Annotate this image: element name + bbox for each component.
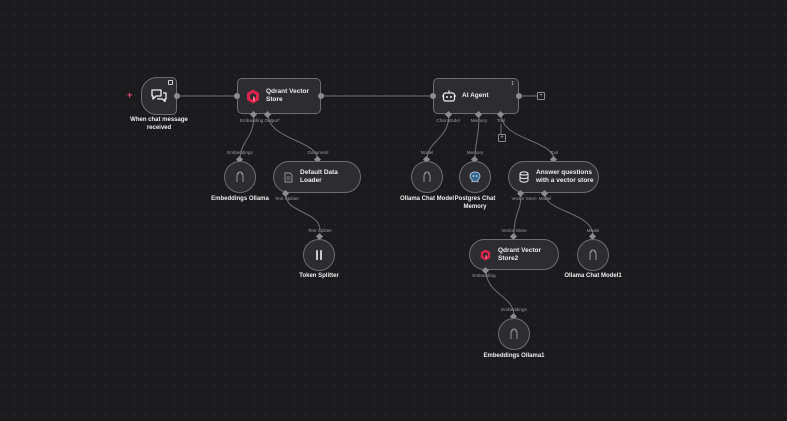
splitter-icon [315,249,323,261]
answer-model-port-label: Model [538,196,552,201]
embeddings-port-label: Embeddings [227,150,253,155]
node-embeddings-ollama-1[interactable] [498,318,530,350]
node-answer-questions[interactable]: Answer questions with a vector store [508,161,599,193]
ollama-chat-model-label: Ollama Chat Model [399,196,454,202]
data-loader-title: Default Data Loader [300,169,338,184]
ai-agent-badge: 1 [511,81,514,87]
ai-agent-title: AI Agent [462,92,489,99]
text-splitter-port-label: Text Splitter [275,196,299,201]
workflow-canvas[interactable]: + When chat message received Qdrant Vect… [0,0,787,421]
qdrant-icon [480,249,491,261]
token-splitter-port-label: Text Splitter [308,228,332,233]
qdrant2-title: Qdrant Vector Store2 [498,246,541,262]
document-port-label: Document [307,150,329,155]
node-ollama-chat-model-1[interactable] [577,239,609,271]
postgres-chat-memory-label: Postgres Chat Memory [454,196,496,210]
ollama-chat-model-1-label: Ollama Chat Model1 [564,273,622,279]
embeddings1-port-label: Embeddings [501,307,527,312]
qdrant-embedding-port-label: Embedding Output* [240,118,281,123]
node-postgres-chat-memory[interactable] [459,161,491,193]
connections-layer [180,95,594,317]
embeddings-ollama-label: Embeddings Ollama [211,196,269,202]
wire-loader-splitter [285,195,321,231]
answer-questions-title: Answer questions with a vector store [536,169,594,184]
model1-port-label: Model [586,228,600,233]
node-qdrant-vector-store[interactable]: Qdrant Vector Store [237,78,321,114]
qdrant-title: Qdrant Vector Store [266,88,309,103]
chat-bubbles-icon [151,89,167,103]
node-qdrant-vector-store-2[interactable]: Qdrant Vector Store2 [469,239,559,270]
ollama-icon [509,328,519,340]
node-ai-agent[interactable]: AI Agent 1 [433,78,519,114]
qdrant-output-handle[interactable] [318,93,324,99]
embeddings-ollama-1-label: Embeddings Ollama1 [483,353,545,359]
node-ollama-chat-model[interactable] [411,161,443,193]
ollama-icon [588,249,598,261]
ollama-icon [422,171,432,183]
agent-memory-port-label: Memory [470,118,488,123]
postgres-icon [469,171,481,183]
document-icon [284,172,293,183]
trigger-bolt-icon [168,80,173,85]
trigger-output-handle[interactable] [174,93,180,99]
memory-port-label: Memory [466,150,484,155]
node-token-splitter[interactable] [303,239,335,271]
node-chat-trigger[interactable] [141,77,177,115]
qdrant2-embedding-port-label: Embedding [472,273,496,278]
chat-trigger-label: When chat message received [130,117,188,131]
ollama-icon [235,171,245,183]
vector-store-port-label: Vector Store [501,228,527,233]
agent-tool-port-label: Tool [496,118,506,123]
qdrant-icon [246,89,260,104]
database-icon [519,171,529,183]
agent-chat-model-port-label: Chat Model [436,118,460,123]
agent-input-handle[interactable] [430,93,436,99]
model-port-label: Model [420,150,434,155]
qdrant-input-handle[interactable] [234,93,240,99]
add-node-after-agent-button[interactable]: + [537,92,545,100]
agent-output-handle[interactable] [516,93,522,99]
add-tool-button[interactable]: + [498,134,506,142]
node-embeddings-ollama[interactable] [224,161,256,193]
add-trigger-icon[interactable]: + [127,90,132,100]
robot-icon [442,90,456,102]
node-default-data-loader[interactable]: Default Data Loader [273,161,361,193]
tool-port-label: Tool [549,150,559,155]
token-splitter-label: Token Splitter [299,273,339,279]
